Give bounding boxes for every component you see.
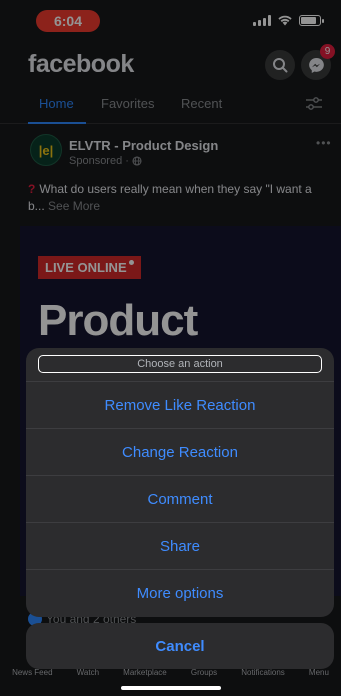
facebook-screen: 6:04 facebook 9 Home Favorites Recent |e… <box>0 0 341 696</box>
remove-like-reaction-button[interactable]: Remove Like Reaction <box>26 381 334 428</box>
more-options-button[interactable]: More options <box>26 569 334 616</box>
home-indicator <box>121 686 221 690</box>
change-reaction-button[interactable]: Change Reaction <box>26 428 334 475</box>
share-button[interactable]: Share <box>26 522 334 569</box>
action-sheet-title: Choose an action <box>38 355 322 373</box>
cancel-button[interactable]: Cancel <box>26 623 334 669</box>
comment-button[interactable]: Comment <box>26 475 334 522</box>
action-sheet-title-text: Choose an action <box>137 358 223 370</box>
action-sheet: Choose an action Remove Like Reaction Ch… <box>26 348 334 617</box>
